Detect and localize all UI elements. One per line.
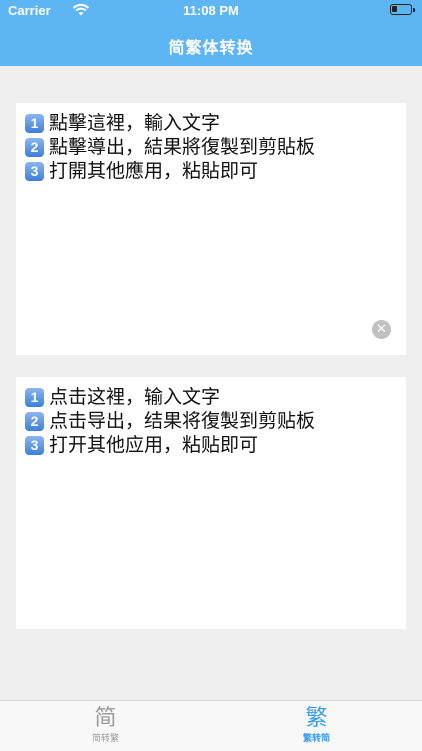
instruction-line: 1 点击这裡，输入文字	[25, 385, 315, 409]
keycap-1-icon: 1	[25, 113, 44, 133]
tab-bar: 简 简转繁 繁 繁转简	[0, 700, 422, 751]
simplified-text-output[interactable]: 1 点击这裡，输入文字 2 点击导出，结果将復製到剪贴板 3 打开其他应用，粘贴…	[16, 377, 406, 629]
instruction-text: 點擊這裡，輸入文字	[49, 112, 221, 134]
simplified-char-icon: 简	[94, 706, 117, 731]
tab-simplified-to-traditional[interactable]: 简 简转繁	[0, 701, 211, 751]
instruction-line: 2 點擊導出，結果將復製到剪貼板	[25, 135, 315, 159]
instruction-line: 3 打开其他应用，粘贴即可	[25, 433, 315, 457]
traditional-text-input[interactable]: 1 點擊這裡，輸入文字 2 點擊導出，結果將復製到剪貼板 3 打開其他應用，粘貼…	[16, 103, 406, 355]
tab-traditional-to-simplified[interactable]: 繁 繁转简	[211, 701, 422, 751]
page-title: 简繁体转换	[168, 38, 254, 57]
instruction-line: 1 點擊這裡，輸入文字	[25, 111, 315, 135]
instruction-line: 2 点击导出，结果将復製到剪贴板	[25, 409, 315, 433]
instruction-text: 打開其他應用，粘貼即可	[49, 160, 259, 182]
battery-icon	[390, 4, 415, 15]
tab-label: 繁转简	[302, 734, 330, 744]
clear-icon[interactable]: ✕	[372, 320, 391, 339]
keycap-2-icon: 2	[25, 411, 44, 431]
keycap-3-icon: 3	[25, 161, 44, 181]
navigation-bar: Carrier 11:08 PM 简繁体转换	[0, 0, 422, 66]
instruction-text: 打开其他应用，粘贴即可	[49, 434, 259, 456]
traditional-char-icon: 繁	[305, 706, 328, 731]
instruction-text: 點擊導出，結果將復製到剪貼板	[49, 136, 316, 158]
instruction-text: 点击这裡，输入文字	[49, 386, 221, 408]
keycap-3-icon: 3	[25, 435, 44, 455]
instruction-text: 点击导出，结果将復製到剪贴板	[49, 410, 316, 432]
keycap-2-icon: 2	[25, 137, 44, 157]
clock: 11:08 PM	[183, 3, 239, 18]
keycap-1-icon: 1	[25, 387, 44, 407]
tab-label: 简转繁	[91, 734, 119, 744]
instruction-line: 3 打開其他應用，粘貼即可	[25, 159, 315, 183]
status-bar: Carrier 11:08 PM	[0, 0, 422, 22]
